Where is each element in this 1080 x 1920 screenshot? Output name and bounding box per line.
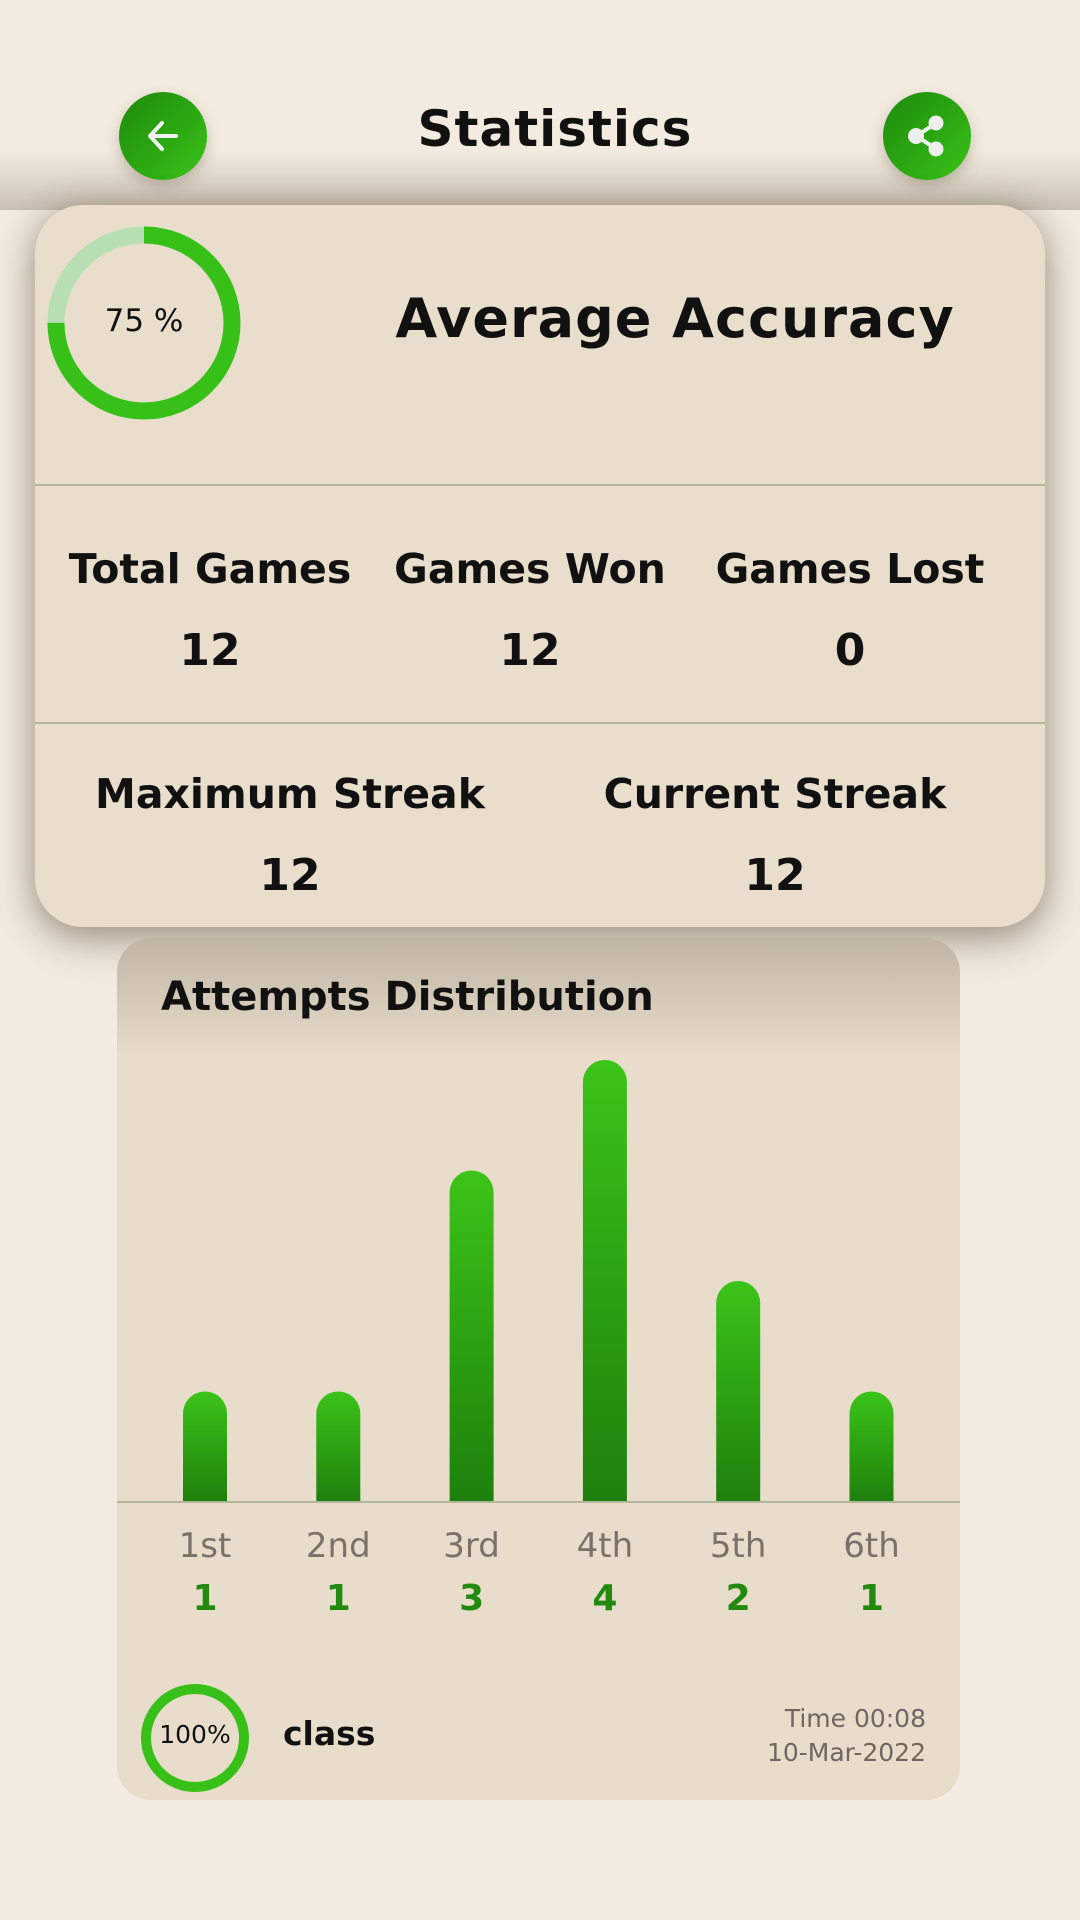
stat-value: 12: [259, 850, 321, 901]
bar-value-label: 4: [592, 1578, 618, 1619]
share-icon: [908, 115, 944, 157]
last-game-time: Time 00:08: [784, 1704, 926, 1733]
bar-4th: [582, 1060, 627, 1502]
stat-value: 12: [179, 625, 241, 676]
summary-card: 75 % Average Accuracy Total Games 12 Gam…: [35, 205, 1045, 927]
bar-2nd: [316, 1391, 361, 1502]
x-tick-label: 4th: [576, 1526, 634, 1566]
accuracy-title: Average Accuracy: [395, 287, 955, 350]
accuracy-percent: 75 %: [104, 303, 184, 339]
x-tick-label: 5th: [709, 1526, 767, 1566]
stat-label: Total Games: [68, 545, 352, 593]
bar-value-label: 1: [192, 1578, 218, 1619]
bar-value-label: 2: [725, 1578, 751, 1619]
share-button[interactable]: [883, 92, 971, 180]
chart-baseline: [117, 1501, 960, 1503]
stat-label: Games Won: [394, 545, 666, 593]
stat-value: 0: [834, 625, 866, 676]
bar-value-label: 1: [325, 1578, 351, 1619]
x-tick-label: 6th: [843, 1526, 900, 1566]
stat-games-lost: Games Lost 0: [700, 545, 1000, 676]
x-tick-label: 2nd: [305, 1526, 371, 1566]
last-game-date: 10-Mar-2022: [766, 1738, 926, 1767]
distribution-chart: [183, 1060, 894, 1502]
bar-3rd: [449, 1170, 494, 1502]
stat-total-games: Total Games 12: [45, 545, 375, 676]
stat-label: Games Lost: [715, 545, 985, 593]
stat-games-won: Games Won 12: [380, 545, 680, 676]
bar-value-label: 1: [858, 1578, 885, 1619]
stat-maximum-streak: Maximum Streak 12: [70, 770, 510, 901]
stat-label: Maximum Streak: [95, 770, 485, 818]
last-game-word: class: [283, 1714, 376, 1753]
last-game-percent: 100%: [159, 1720, 231, 1749]
x-tick-label: 1st: [178, 1526, 232, 1566]
stat-value: 12: [744, 850, 806, 901]
divider: [35, 722, 1045, 724]
bar-value-label: 3: [459, 1578, 485, 1619]
stat-current-streak: Current Streak 12: [555, 770, 995, 901]
x-tick-label: 3rd: [443, 1526, 500, 1566]
stat-value: 12: [499, 625, 561, 676]
bar-6th: [849, 1391, 894, 1502]
bar-1st: [183, 1391, 227, 1502]
divider: [35, 484, 1045, 486]
distribution-card: Attempts Distribution 1st 1 2nd 1 3rd 3 4th 4 5t…: [117, 938, 960, 1800]
stat-label: Current Streak: [603, 770, 947, 818]
bar-5th: [716, 1281, 761, 1502]
